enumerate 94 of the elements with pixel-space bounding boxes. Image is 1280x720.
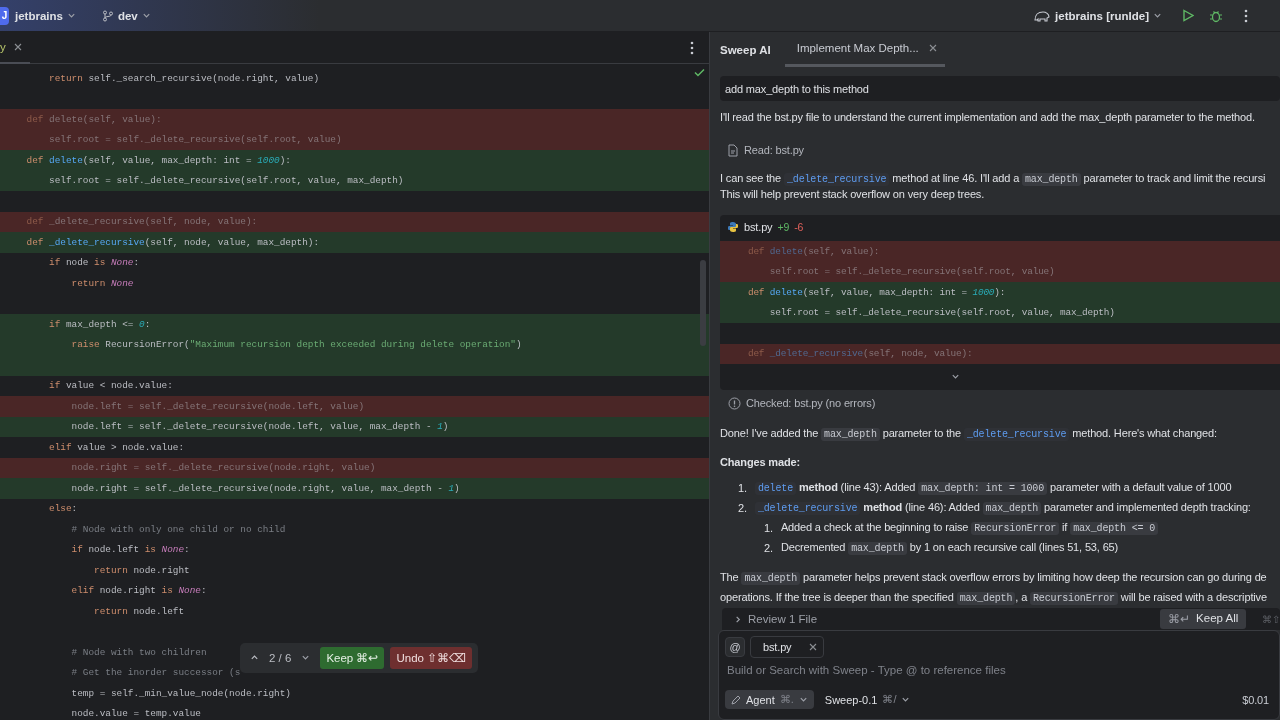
- code-line: raise RecursionError("Maximum recursion depth exceeded during delete operation"): [70, 339, 522, 351]
- cost-label: $0.01: [1242, 693, 1270, 706]
- user-message: add max_depth to this method: [720, 76, 1280, 101]
- additions-count: +9: [777, 221, 790, 233]
- assistant-message-line: operations. If the tree is deeper than the specified max_depth , a RecursionError will be raised with a descriptive: [720, 590, 1268, 607]
- assistant-message-line: This will help prevent stack overflow on very deep trees.: [720, 187, 986, 201]
- list-number: 2.: [764, 542, 773, 554]
- code-line: if value < node.value:: [48, 380, 173, 392]
- assistant-message-line: The max_depth parameter helps prevent stack overflow errors by limiting how deep the recursion can go during de: [720, 570, 1268, 587]
- keep-button[interactable]: Keep ⌘↩: [320, 647, 385, 669]
- close-icon[interactable]: [13, 42, 22, 51]
- info-circle-icon: [728, 396, 741, 410]
- assistant-message-line: I can see the _delete_recursive method at line 46. I'll add a max_depth parameter to track and limit the recursi: [720, 171, 1267, 187]
- model-selector[interactable]: Sweep-0.1 ⌘/: [818, 690, 917, 709]
- close-icon[interactable]: [809, 643, 818, 651]
- list-number: 1.: [764, 522, 773, 534]
- chevron-down-icon: [798, 695, 808, 704]
- code-line: return node.left: [93, 605, 185, 617]
- elephant-icon: [1033, 8, 1052, 23]
- editor-tab[interactable]: y: [0, 32, 30, 64]
- shortcut-hint: ⌘⇧: [1262, 613, 1280, 625]
- code-line: def _delete_recursive(self, node, value):: [746, 348, 973, 360]
- file-name: bst.py: [744, 221, 773, 233]
- code-line: def delete(self, value):: [25, 113, 162, 125]
- mention-button[interactable]: @: [725, 637, 745, 657]
- project-selector[interactable]: jetbrains: [9, 9, 82, 22]
- chevron-down-icon: [66, 11, 76, 20]
- chat-input[interactable]: Build or Search with Sweep - Type @ to reference files: [725, 662, 1249, 678]
- chevron-down-icon: [1153, 11, 1162, 20]
- keep-all-button[interactable]: ⌘↵ Keep All: [1160, 609, 1247, 629]
- code-line: self.root = self._delete_recursive(self.root, value, max_depth): [768, 307, 1115, 319]
- mode-selector[interactable]: Agent ⌘.: [725, 690, 814, 709]
- list-item-text: _delete_recursive method (line 46): Added max_depth parameter and implemented depth tracking:: [754, 499, 1251, 517]
- checkmark-icon: [694, 68, 705, 77]
- chevron-down-icon: [301, 653, 311, 662]
- section-heading: Changes made:: [720, 455, 801, 470]
- code-line: if node is None:: [48, 257, 140, 269]
- list-number: 2.: [738, 502, 747, 514]
- code-line: temp = self._min_value_node(node.right): [70, 687, 291, 699]
- list-item-text: delete method (line 43): Added max_depth: int = 1000 parameter with a default value of 1000: [754, 479, 1232, 497]
- code-line: else:: [48, 503, 78, 515]
- scrollbar[interactable]: [700, 260, 706, 346]
- chevron-down-icon: [901, 695, 911, 704]
- code-line: if node.left is None:: [70, 544, 190, 556]
- list-item-text: Added a check at the beginning to raise RecursionError if max_depth <= 0: [780, 519, 1159, 537]
- deletions-count: -6: [794, 221, 804, 233]
- assistant-message: Done! I've added the max_depth parameter to the _delete_recursive method. Here's what changed:: [720, 426, 1218, 443]
- chevron-right-icon: [734, 614, 742, 624]
- pencil-icon: [731, 694, 741, 705]
- code-line: def _delete_recursive(self, node, value, max_depth):: [25, 236, 320, 248]
- code-line: self.root = self._delete_recursive(self.root, value): [768, 266, 1055, 278]
- project-badge[interactable]: J: [0, 6, 9, 25]
- code-line: return self._search_recursive(node.right, value): [48, 72, 320, 84]
- chevron-down-icon: [141, 11, 151, 20]
- branch-icon: [101, 9, 114, 22]
- code-line: node.right = self._delete_recursive(node.right, value, max_depth - 1): [70, 482, 460, 494]
- code-line: node.value = temp.value: [70, 708, 201, 720]
- code-line: elif node.right is None:: [70, 585, 207, 597]
- code-line: if max_depth <= 0:: [48, 318, 151, 330]
- code-line: def delete(self, value):: [746, 245, 880, 257]
- code-line: self.root = self._delete_recursive(self.root, value, max_depth): [48, 175, 404, 187]
- chat-tab[interactable]: Implement Max Depth...: [784, 32, 945, 67]
- list-number: 1.: [738, 482, 747, 494]
- code-line: self.root = self._delete_recursive(self.root, value): [48, 134, 342, 146]
- bug-icon: [1209, 8, 1223, 23]
- code-line: return node.right: [93, 564, 190, 576]
- code-line: def _delete_recursive(self, node, value):: [25, 216, 258, 228]
- check-result: Checked: bst.py (no errors): [746, 397, 876, 409]
- python-icon: [727, 221, 739, 233]
- undo-button[interactable]: Undo ⇧⌘⌫: [390, 647, 473, 669]
- panel-title: Sweep AI: [720, 42, 771, 58]
- run-configuration-selector[interactable]: jetbrains [runIde]: [1027, 8, 1168, 23]
- code-line: def delete(self, value, max_depth: int = 1000):: [25, 154, 291, 166]
- tool-call-label: Read: bst.py: [744, 144, 804, 156]
- chevron-up-icon: [250, 653, 259, 662]
- list-item-text: Decremented max_depth by 1 on each recursive call (lines 51, 53, 65): [780, 540, 1119, 557]
- code-line: node.right = self._delete_recursive(node.right, value): [70, 462, 376, 474]
- code-line: return None: [70, 277, 134, 289]
- code-line: elif value > node.value:: [48, 441, 185, 453]
- close-icon[interactable]: [928, 44, 937, 52]
- code-line: # Node with only one child or no child: [70, 523, 286, 535]
- code-line: node.left = self._delete_recursive(node.left, value): [70, 400, 365, 412]
- review-files-toggle[interactable]: Review 1 File: [734, 613, 818, 625]
- play-icon: [1182, 9, 1194, 22]
- code-line: node.left = self._delete_recursive(node.left, value, max_depth - 1): [70, 421, 449, 433]
- assistant-message: I'll read the bst.py file to understand the current implementation and add the max_depth parameter to the method.: [720, 110, 1256, 125]
- code-line: # Get the inorder successor (s: [70, 667, 241, 679]
- change-counter: 2 / 6: [269, 652, 292, 664]
- file-chip[interactable]: bst.py: [750, 636, 825, 658]
- file-icon: [728, 143, 738, 157]
- code-line: def delete(self, value, max_depth: int = 1000):: [746, 286, 1006, 298]
- branch-selector[interactable]: dev: [95, 9, 157, 22]
- expand-icon: [950, 372, 960, 381]
- code-line: # Node with two children: [70, 646, 207, 658]
